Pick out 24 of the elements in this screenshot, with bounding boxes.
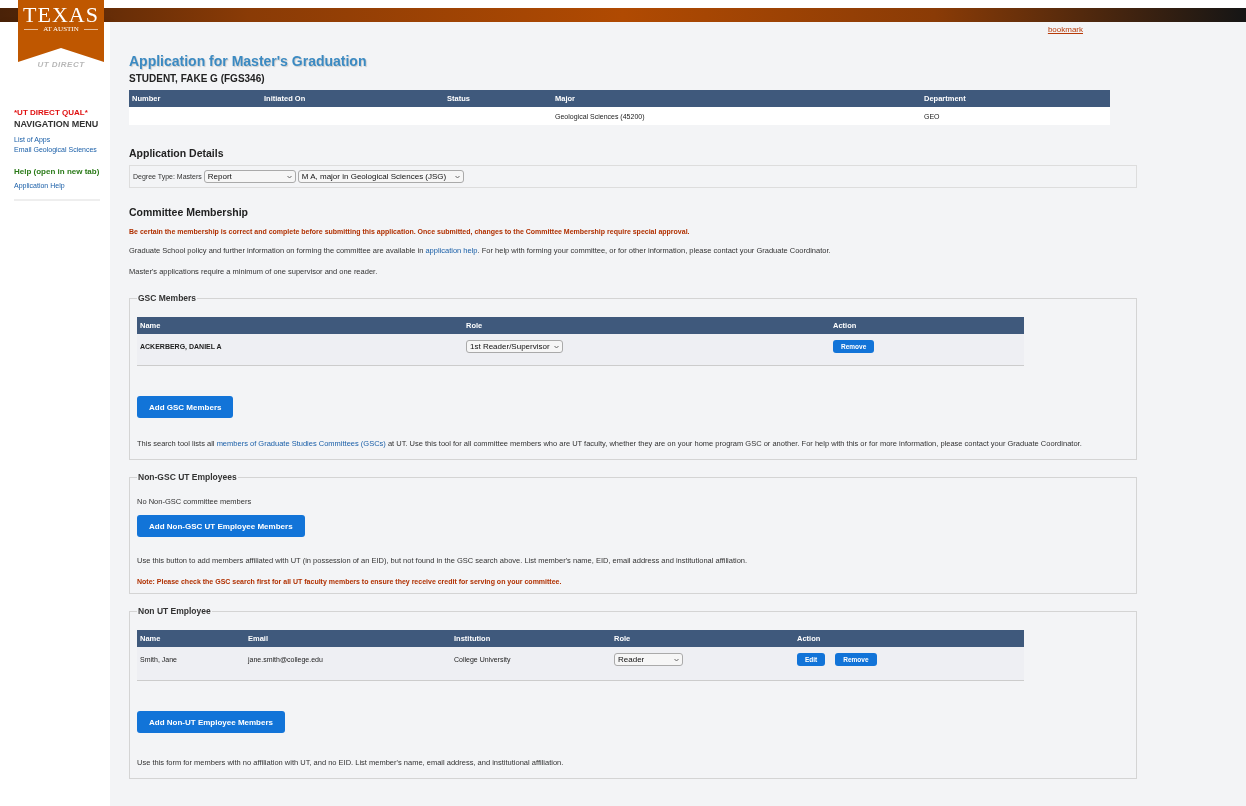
- role-dropdown[interactable]: Reader: [614, 653, 683, 666]
- dropdown[interactable]: M A, major in Geological Sciences (JSG): [297, 170, 464, 183]
- section-heading: Application Details: [129, 147, 225, 159]
- menu-title: NAVIGATION MENU: [14, 119, 100, 129]
- caret-icon: [286, 174, 292, 179]
- caret-icon: [554, 344, 559, 349]
- add-button[interactable]: Add GSC Members: [137, 396, 234, 418]
- environment-label: *UT DIRECT QUAL*: [14, 108, 89, 117]
- page-title: Application for Master's Graduation: [129, 53, 368, 69]
- panel-legend: Non UT Employee: [137, 606, 212, 616]
- logo-subbrand: UT DIRECT: [36, 60, 86, 69]
- caret-icon: [674, 657, 679, 662]
- logo-wordmark: TEXAS: [22, 2, 100, 27]
- panel-legend: Non-GSC UT Employees: [137, 472, 238, 482]
- section-heading: Committee Membership: [129, 206, 250, 218]
- student-name: STUDENT, FAKE G (FGS346): [129, 73, 266, 84]
- help-title: Help (open in new tab): [14, 167, 101, 176]
- caret-icon: [454, 174, 460, 179]
- add-button[interactable]: Add Non-UT Employee Members: [137, 711, 285, 733]
- role-dropdown[interactable]: 1st Reader/Supervisor: [466, 340, 563, 353]
- dropdown[interactable]: Report: [203, 170, 296, 183]
- panel-legend: GSC Members: [137, 293, 198, 303]
- bookmark-link[interactable]: bookmark: [1047, 25, 1083, 34]
- add-button[interactable]: Add Non-GSC UT Employee Members: [137, 515, 305, 537]
